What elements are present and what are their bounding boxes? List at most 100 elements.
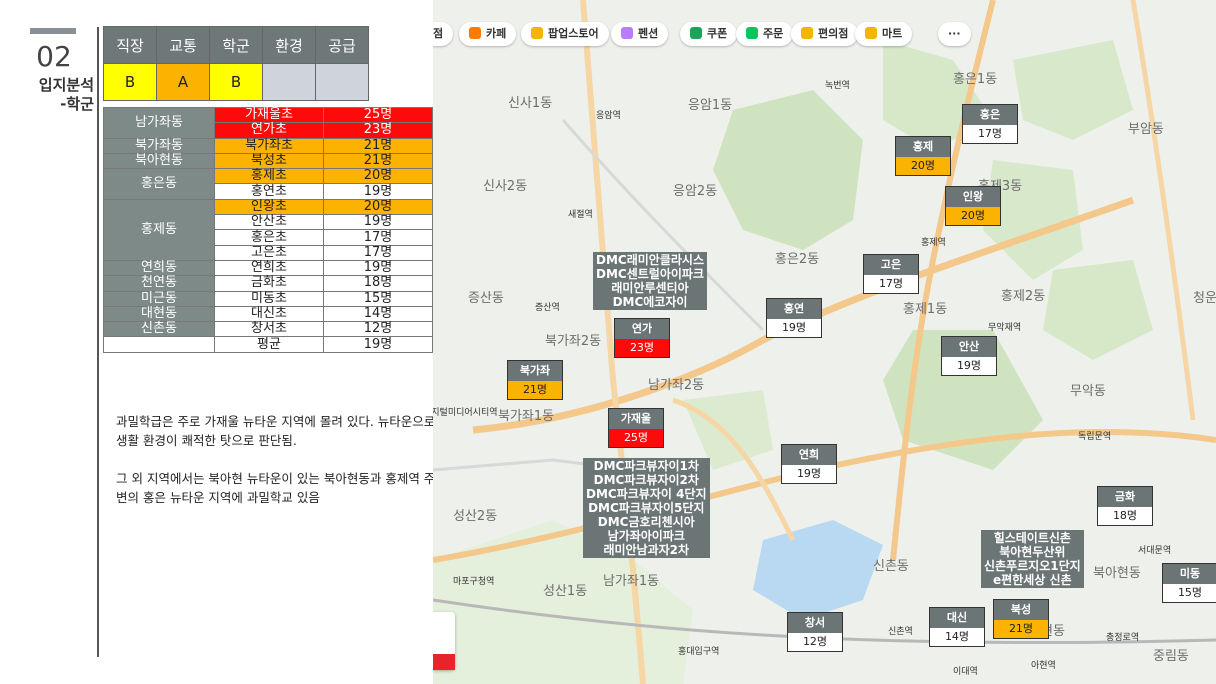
map-school-box[interactable]: 미동 15명 [1162, 563, 1216, 603]
map-school-box[interactable]: 홍은 17명 [962, 104, 1018, 144]
map-school-name: 인왕 [946, 187, 1000, 207]
dong-cell: 남가좌동 [103, 107, 215, 139]
students-per-class-cell: 19명 [323, 214, 433, 231]
map-school-box[interactable]: 안산 19명 [941, 336, 997, 376]
apartment-name: DMC파크뷰자이2차 [593, 473, 699, 487]
map-school-box[interactable]: 가재울 25명 [608, 408, 664, 448]
apartment-name: DMC금호리첸시아 [597, 515, 695, 529]
category-chip-none[interactable]: 점 [433, 22, 454, 46]
map-school-box[interactable]: 연희 19명 [781, 444, 837, 484]
map-control-red-tab[interactable] [433, 654, 455, 670]
category-chip-more[interactable]: ··· [938, 22, 971, 46]
map-school-name: 고은 [864, 255, 918, 275]
map-school-students: 19명 [767, 319, 821, 337]
map-school-box[interactable]: 홍연 19명 [766, 298, 822, 338]
school-name-cell: 대신초 [214, 305, 324, 323]
map-place-label: 남가좌2동 [648, 378, 705, 393]
map-school-students: 20명 [896, 157, 950, 175]
map-school-box[interactable]: 홍제 20명 [895, 136, 951, 176]
school-name-cell: 고은초 [214, 244, 324, 261]
chip-label: 마트 [882, 27, 903, 40]
map-place-label: 응암2동 [673, 184, 718, 199]
apartment-name: e편한세상 신촌 [993, 573, 1072, 587]
table-row: 신촌동 창서초 12명 [103, 321, 433, 338]
note-paragraph: 그 외 지역에서는 북아현 뉴타운이 있는 북아현동과 홍제역 주변의 홍은 뉴… [116, 471, 436, 505]
category-chip-popup[interactable]: 팝업스토어 [521, 22, 609, 46]
map-school-box[interactable]: 연가 23명 [614, 318, 670, 358]
map-place-label: 홍제1동 [903, 302, 948, 317]
map-view[interactable]: 점 카페 팝업스토어 펜션 쿠폰 주문 편의점 마트 ··· 신사1동 응암1동 신사2동 응암2동 홍… [433, 0, 1216, 684]
section-accent-bar [30, 28, 76, 34]
students-per-class-cell: 14명 [323, 305, 433, 323]
chip-label: 편의점 [818, 27, 849, 40]
school-name-cell: 북성초 [214, 152, 324, 170]
map-school-box[interactable]: 금화 18명 [1097, 486, 1153, 526]
school-name-cell: 창서초 [214, 321, 324, 338]
students-per-class-cell: 21명 [323, 152, 433, 170]
dong-cell: 북아현동 [103, 152, 215, 170]
score-header: 공급 [315, 26, 369, 64]
category-chip-store[interactable]: 편의점 [791, 22, 859, 46]
apartment-name: DMC센트럴아이파크 [596, 267, 704, 281]
category-chip-bed[interactable]: 펜션 [611, 22, 669, 46]
table-row: 홍은동 홍제초 20명 [103, 168, 433, 200]
table-row: 연희동 연희초 19명 [103, 259, 433, 277]
chip-label: 점 [433, 27, 444, 40]
category-chip-naver-order[interactable]: 주문 [736, 22, 794, 46]
map-school-students: 17명 [864, 275, 918, 293]
popup-icon [531, 27, 543, 39]
store-icon [801, 27, 813, 39]
school-name-cell: 미동초 [214, 290, 324, 307]
section-title: 입지분석 -학군 [18, 76, 94, 114]
map-school-name: 미동 [1163, 564, 1216, 584]
school-table: 남가좌동 가재울초 25명 연가초 23명 북가좌동 북가좌초 21명 북아현동 북성초 21명 홍은… [103, 106, 433, 353]
category-chip-cafe[interactable]: 카페 [459, 22, 517, 46]
apartment-name: 힐스테이트신촌 [993, 531, 1071, 545]
school-name-cell: 가재울초 [214, 106, 324, 124]
section-title-line2: -학군 [60, 95, 94, 113]
apartment-name: 래미안루센티아 [611, 281, 689, 295]
map-school-box[interactable]: 인왕 20명 [945, 186, 1001, 226]
average-value-cell: 19명 [323, 336, 433, 353]
map-school-box[interactable]: 창서 12명 [787, 612, 843, 652]
dong-cell: 연희동 [103, 259, 215, 277]
apartment-name: DMC래미안클라시스 [596, 253, 704, 267]
category-chip-cart[interactable]: 마트 [855, 22, 913, 46]
map-school-box[interactable]: 대신 14명 [929, 607, 985, 647]
map-control-panel[interactable] [433, 612, 455, 670]
map-place-label: 북가좌1동 [498, 409, 555, 424]
school-name-cell: 금화초 [214, 275, 324, 292]
map-school-box[interactable]: 북성 21명 [993, 599, 1049, 639]
dong-cell: 천연동 [103, 275, 215, 292]
analysis-note: 과밀학급은 주로 가재울 뉴타운 지역에 몰려 있다. 뉴타운으로 생활 환경이… [116, 412, 436, 526]
bed-icon [621, 27, 633, 39]
apartment-name: 래미안남과자2차 [603, 543, 690, 557]
students-per-class-cell: 23명 [323, 122, 433, 139]
category-chip-coupon[interactable]: 쿠폰 [680, 22, 738, 46]
students-per-class-cell: 15명 [323, 290, 433, 307]
map-school-box[interactable]: 북가좌 21명 [507, 360, 563, 400]
map-school-name: 홍연 [767, 299, 821, 319]
school-name-cell: 인왕초 [214, 198, 324, 216]
map-school-box[interactable]: 고은 17명 [863, 254, 919, 294]
map-place-label: 홍은2동 [775, 252, 820, 267]
table-row: 홍제동 인왕초 20명 [103, 198, 433, 261]
naver-order-icon [746, 27, 758, 39]
school-name-cell: 홍제초 [214, 168, 324, 185]
score-header: 학군 [209, 26, 263, 64]
table-row: 북가좌동 북가좌초 21명 [103, 137, 433, 154]
category-chip-bar: 점 카페 팝업스토어 펜션 쿠폰 주문 편의점 마트 ··· [433, 22, 1216, 48]
subway-station-label: 새절역 [568, 210, 593, 220]
subway-station-label: 신촌역 [888, 627, 913, 637]
dong-cell: 미근동 [103, 290, 215, 307]
section-divider [97, 27, 99, 657]
table-row: 천연동 금화초 18명 [103, 275, 433, 292]
average-blank-cell [103, 336, 215, 353]
subway-station-label: 마포구청역 [453, 577, 495, 587]
map-school-students: 12명 [788, 633, 842, 651]
students-per-class-cell: 17명 [323, 229, 433, 246]
map-school-students: 19명 [782, 465, 836, 483]
map-school-name: 홍은 [963, 105, 1017, 125]
score-grade: B [209, 63, 263, 101]
subway-station-label: 홍대입구역 [678, 647, 720, 657]
